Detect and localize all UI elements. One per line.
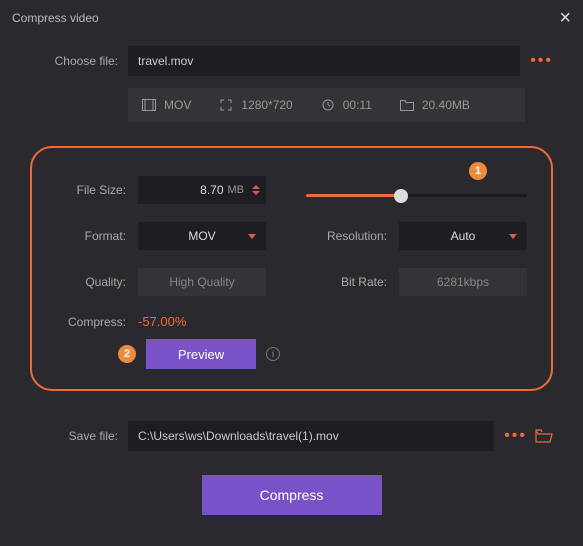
resolution-label: Resolution:	[307, 229, 387, 243]
filesize-unit: MB	[228, 184, 245, 196]
close-icon[interactable]: ×	[559, 8, 571, 28]
resolution-dropdown[interactable]: Auto	[399, 222, 527, 250]
browse-save-button[interactable]: •••	[504, 427, 527, 445]
slider-fill	[306, 194, 401, 197]
footer: Compress	[30, 451, 553, 539]
compress-ratio-value: -57.00%	[138, 314, 186, 329]
slider-track	[306, 194, 527, 197]
chevron-down-icon[interactable]	[252, 191, 260, 195]
meta-resolution: 1280*720	[219, 98, 292, 112]
film-icon	[142, 98, 156, 112]
choose-file-label: Choose file:	[30, 54, 118, 68]
clock-icon	[321, 98, 335, 112]
filesize-row: File Size: 8.70 MB 1	[56, 176, 527, 204]
bitrate-label: Bit Rate:	[307, 275, 387, 289]
save-file-input[interactable]	[128, 421, 494, 451]
resolution-value: Auto	[451, 229, 476, 243]
callout-badge-1: 1	[469, 162, 487, 180]
bitrate-group: Bit Rate: 6281kbps	[307, 268, 527, 296]
bitrate-value: 6281kbps	[399, 268, 527, 296]
filesize-label: File Size:	[56, 183, 126, 197]
meta-format: MOV	[142, 98, 191, 112]
format-dropdown[interactable]: MOV	[138, 222, 266, 250]
format-row: Format: MOV Resolution: Auto	[56, 222, 527, 250]
meta-size-value: 20.40MB	[422, 98, 470, 112]
quality-label: Quality:	[56, 275, 126, 289]
stepper-arrows[interactable]	[252, 185, 260, 195]
info-icon[interactable]: i	[266, 347, 280, 361]
format-value: MOV	[188, 229, 215, 243]
window-title: Compress video	[12, 11, 99, 25]
folder-icon	[400, 98, 414, 112]
compress-button[interactable]: Compress	[202, 475, 382, 515]
format-label: Format:	[56, 229, 126, 243]
quality-row: Quality: High Quality Bit Rate: 6281kbps	[56, 268, 527, 296]
meta-resolution-value: 1280*720	[241, 98, 292, 112]
compress-ratio-label: Compress:	[56, 315, 126, 329]
resolution-group: Resolution: Auto	[307, 222, 527, 250]
filesize-stepper[interactable]: 8.70 MB	[138, 176, 266, 204]
browse-file-button[interactable]: •••	[530, 52, 553, 70]
file-meta-bar: MOV 1280*720 00:11 20.40MB	[128, 88, 525, 122]
titlebar: Compress video ×	[0, 0, 583, 36]
chevron-up-icon[interactable]	[252, 185, 260, 189]
filesize-value: 8.70	[146, 183, 228, 197]
slider-thumb[interactable]	[394, 189, 408, 203]
meta-duration: 00:11	[321, 98, 372, 112]
meta-format-value: MOV	[164, 98, 191, 112]
meta-duration-value: 00:11	[343, 98, 372, 112]
chevron-down-icon	[509, 234, 517, 239]
chevron-down-icon	[248, 234, 256, 239]
compression-panel: File Size: 8.70 MB 1	[30, 146, 553, 391]
preview-button[interactable]: Preview	[146, 339, 256, 369]
compress-video-window: Compress video × Choose file: ••• MOV 12…	[0, 0, 583, 546]
expand-icon	[219, 98, 233, 112]
compress-ratio-row: Compress: -57.00%	[56, 314, 527, 329]
choose-file-input[interactable]	[128, 46, 520, 76]
quality-value: High Quality	[138, 268, 266, 296]
open-folder-icon[interactable]	[535, 429, 553, 443]
content: Choose file: ••• MOV 1280*720	[0, 36, 583, 546]
preview-row: 2 Preview i	[118, 339, 527, 369]
choose-file-row: Choose file: •••	[30, 46, 553, 76]
filesize-slider[interactable]: 1	[306, 184, 527, 197]
save-file-label: Save file:	[30, 429, 118, 443]
save-file-row: Save file: •••	[30, 421, 553, 451]
callout-badge-2: 2	[118, 345, 136, 363]
meta-size: 20.40MB	[400, 98, 470, 112]
